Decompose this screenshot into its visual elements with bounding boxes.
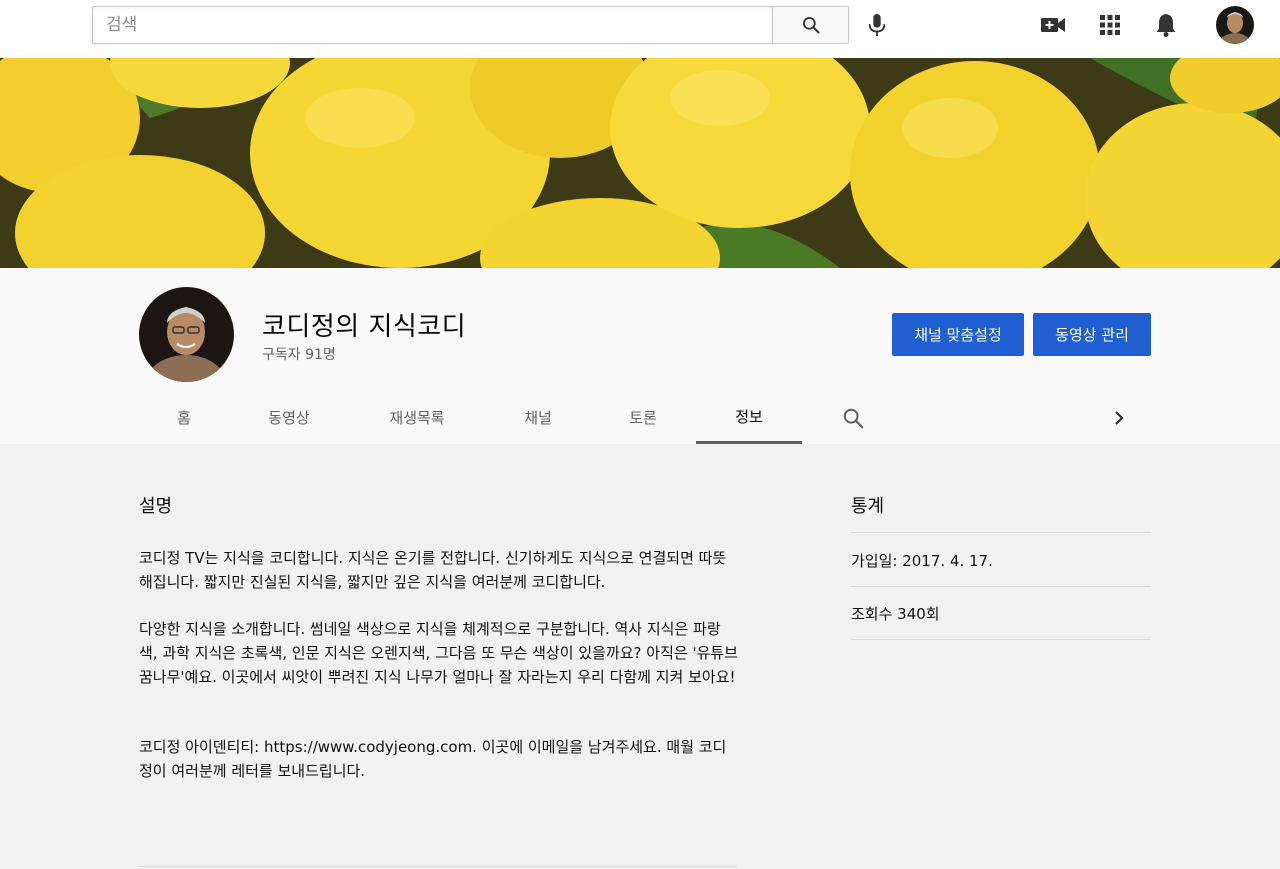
search-icon xyxy=(802,17,819,34)
stats-divider xyxy=(851,532,1151,533)
joined-date: 가입일: 2017. 4. 17. xyxy=(851,552,993,570)
account-avatar[interactable] xyxy=(1216,6,1254,44)
video-create-icon xyxy=(1041,18,1065,32)
view-count: 조회수 340회 xyxy=(851,605,940,623)
channel-avatar-photo xyxy=(139,287,234,382)
search-box xyxy=(92,6,849,44)
customize-channel-button[interactable]: 채널 맞춤설정 xyxy=(892,313,1024,356)
manage-videos-button[interactable]: 동영상 관리 xyxy=(1033,313,1151,356)
lemon-banner-image xyxy=(0,58,1280,268)
tab-videos[interactable]: 동영상 xyxy=(252,391,326,444)
create-video-button[interactable] xyxy=(1040,11,1066,39)
channel-avatar xyxy=(139,287,234,382)
apps-grid-icon xyxy=(1100,15,1120,35)
channel-header: 코디정의 지식코디 구독자 91명 채널 맞춤설정 동영상 관리 홈 동영상 재… xyxy=(0,268,1280,444)
tabs-next-button[interactable] xyxy=(1108,391,1130,444)
notifications-button[interactable] xyxy=(1153,11,1179,39)
channel-title: 코디정의 지식코디 xyxy=(262,312,467,342)
channel-banner xyxy=(0,58,1280,268)
description-heading: 설명 xyxy=(139,496,173,517)
search-icon xyxy=(843,408,864,428)
tab-home[interactable]: 홈 xyxy=(160,391,208,444)
tab-channels[interactable]: 채널 xyxy=(510,391,566,444)
bell-icon xyxy=(1156,14,1176,37)
tab-discussion[interactable]: 토론 xyxy=(614,391,672,444)
tab-about[interactable]: 정보 xyxy=(696,391,802,444)
stats-heading: 통계 xyxy=(851,496,885,517)
description-paragraph: 코디정 아이덴티티: https://www.codyjeong.com. 이곳… xyxy=(139,738,727,780)
description-paragraph: 다양한 지식을 소개합니다. 썸네일 색상으로 지식을 체계적으로 구분합니다.… xyxy=(139,620,738,686)
channel-tabs: 홈 동영상 재생목록 채널 토론 정보 xyxy=(130,391,1170,444)
stats-divider xyxy=(851,639,1151,640)
search-input[interactable] xyxy=(92,6,772,44)
user-avatar-photo xyxy=(1216,6,1254,44)
apps-button[interactable] xyxy=(1097,11,1123,39)
mic-icon xyxy=(868,14,886,36)
top-bar xyxy=(0,0,1280,58)
stats-divider xyxy=(851,586,1151,587)
description-paragraph: 코디정 TV는 지식을 코디합니다. 지식은 온기를 전합니다. 신기하게도 지… xyxy=(139,549,727,591)
channel-search-button[interactable] xyxy=(840,391,866,444)
voice-search-button[interactable] xyxy=(864,11,890,39)
tab-playlists[interactable]: 재생목록 xyxy=(374,391,460,444)
description-divider xyxy=(139,866,737,867)
subscriber-count: 구독자 91명 xyxy=(262,347,336,363)
search-button[interactable] xyxy=(772,6,849,44)
chevron-right-icon xyxy=(1115,410,1124,425)
